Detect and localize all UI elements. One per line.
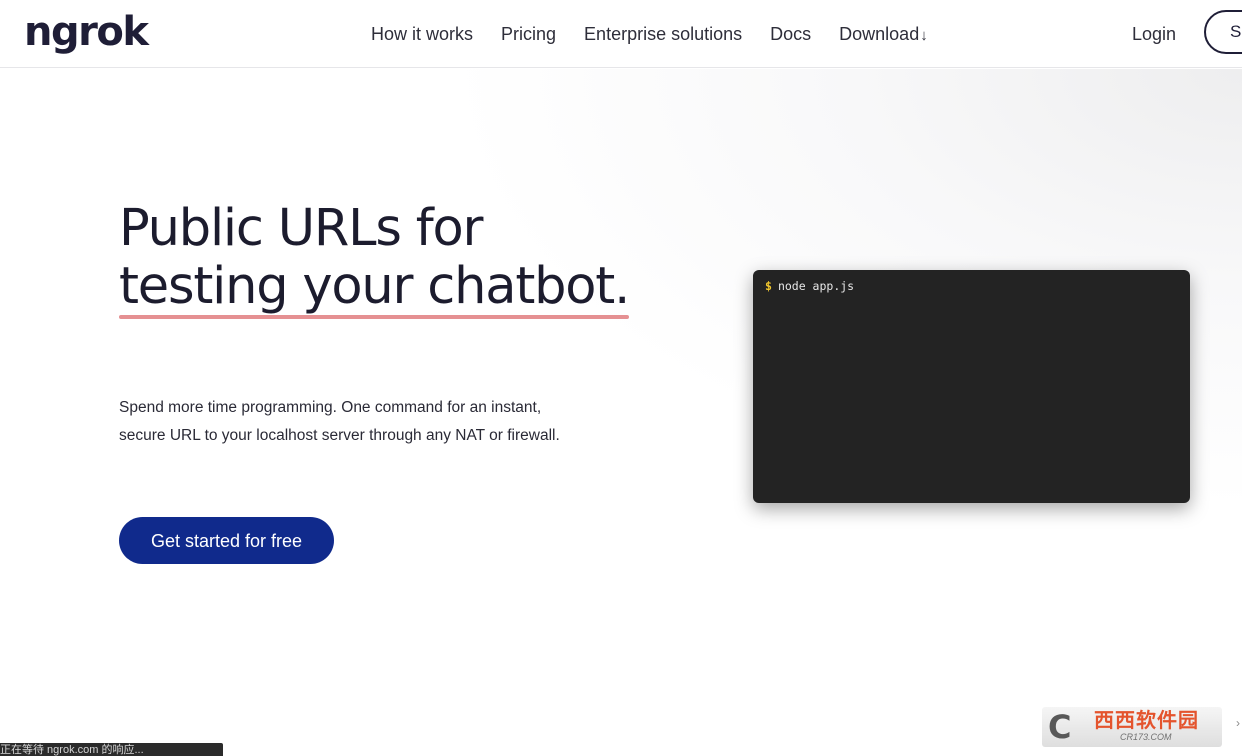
watermark-text: 西西软件园 — [1094, 710, 1199, 732]
hero-headline-line2-wrap: testing your chatbot. — [119, 257, 630, 319]
arrow-down-icon: ↓ — [920, 27, 928, 44]
signup-button[interactable]: Si — [1204, 10, 1242, 54]
hero-headline-line2: testing your chatbot. — [119, 257, 630, 316]
nav-enterprise-solutions[interactable]: Enterprise solutions — [584, 22, 742, 48]
nav-how-it-works[interactable]: How it works — [371, 22, 473, 48]
edge-tick-mark: › — [1236, 716, 1240, 730]
ngrok-logo[interactable]: ngrok — [24, 6, 149, 58]
nav-download-label: Download — [839, 24, 920, 44]
top-navigation-bar: ngrok How it works Pricing Enterprise so… — [0, 0, 1242, 68]
terminal-prompt: $ — [765, 279, 772, 293]
hero-description: Spend more time programming. One command… — [119, 399, 560, 444]
browser-status-bar: 正在等待 ngrok.com 的响应... — [0, 743, 223, 756]
nav-download[interactable]: Download↓ — [839, 22, 928, 48]
watermark-logo-icon: C — [1048, 708, 1072, 746]
nav-pricing[interactable]: Pricing — [501, 22, 556, 48]
login-link[interactable]: Login — [1132, 22, 1176, 46]
signup-clip: Si — [1204, 0, 1242, 68]
terminal-line: $ node app.js — [765, 278, 1178, 294]
hero-headline: Public URLs for testing your chatbot. — [119, 199, 630, 319]
nav-docs[interactable]: Docs — [770, 22, 811, 48]
site-watermark: C 西西软件园 CR173.COM — [1042, 707, 1222, 747]
headline-underline — [119, 315, 630, 319]
main-nav: How it works Pricing Enterprise solution… — [371, 22, 956, 48]
terminal-window: $ node app.js — [753, 270, 1190, 503]
terminal-command: node app.js — [777, 279, 855, 293]
get-started-button[interactable]: Get started for free — [119, 517, 334, 564]
watermark-subtext: CR173.COM — [1120, 732, 1172, 742]
hero-headline-line1: Public URLs for — [119, 199, 483, 258]
